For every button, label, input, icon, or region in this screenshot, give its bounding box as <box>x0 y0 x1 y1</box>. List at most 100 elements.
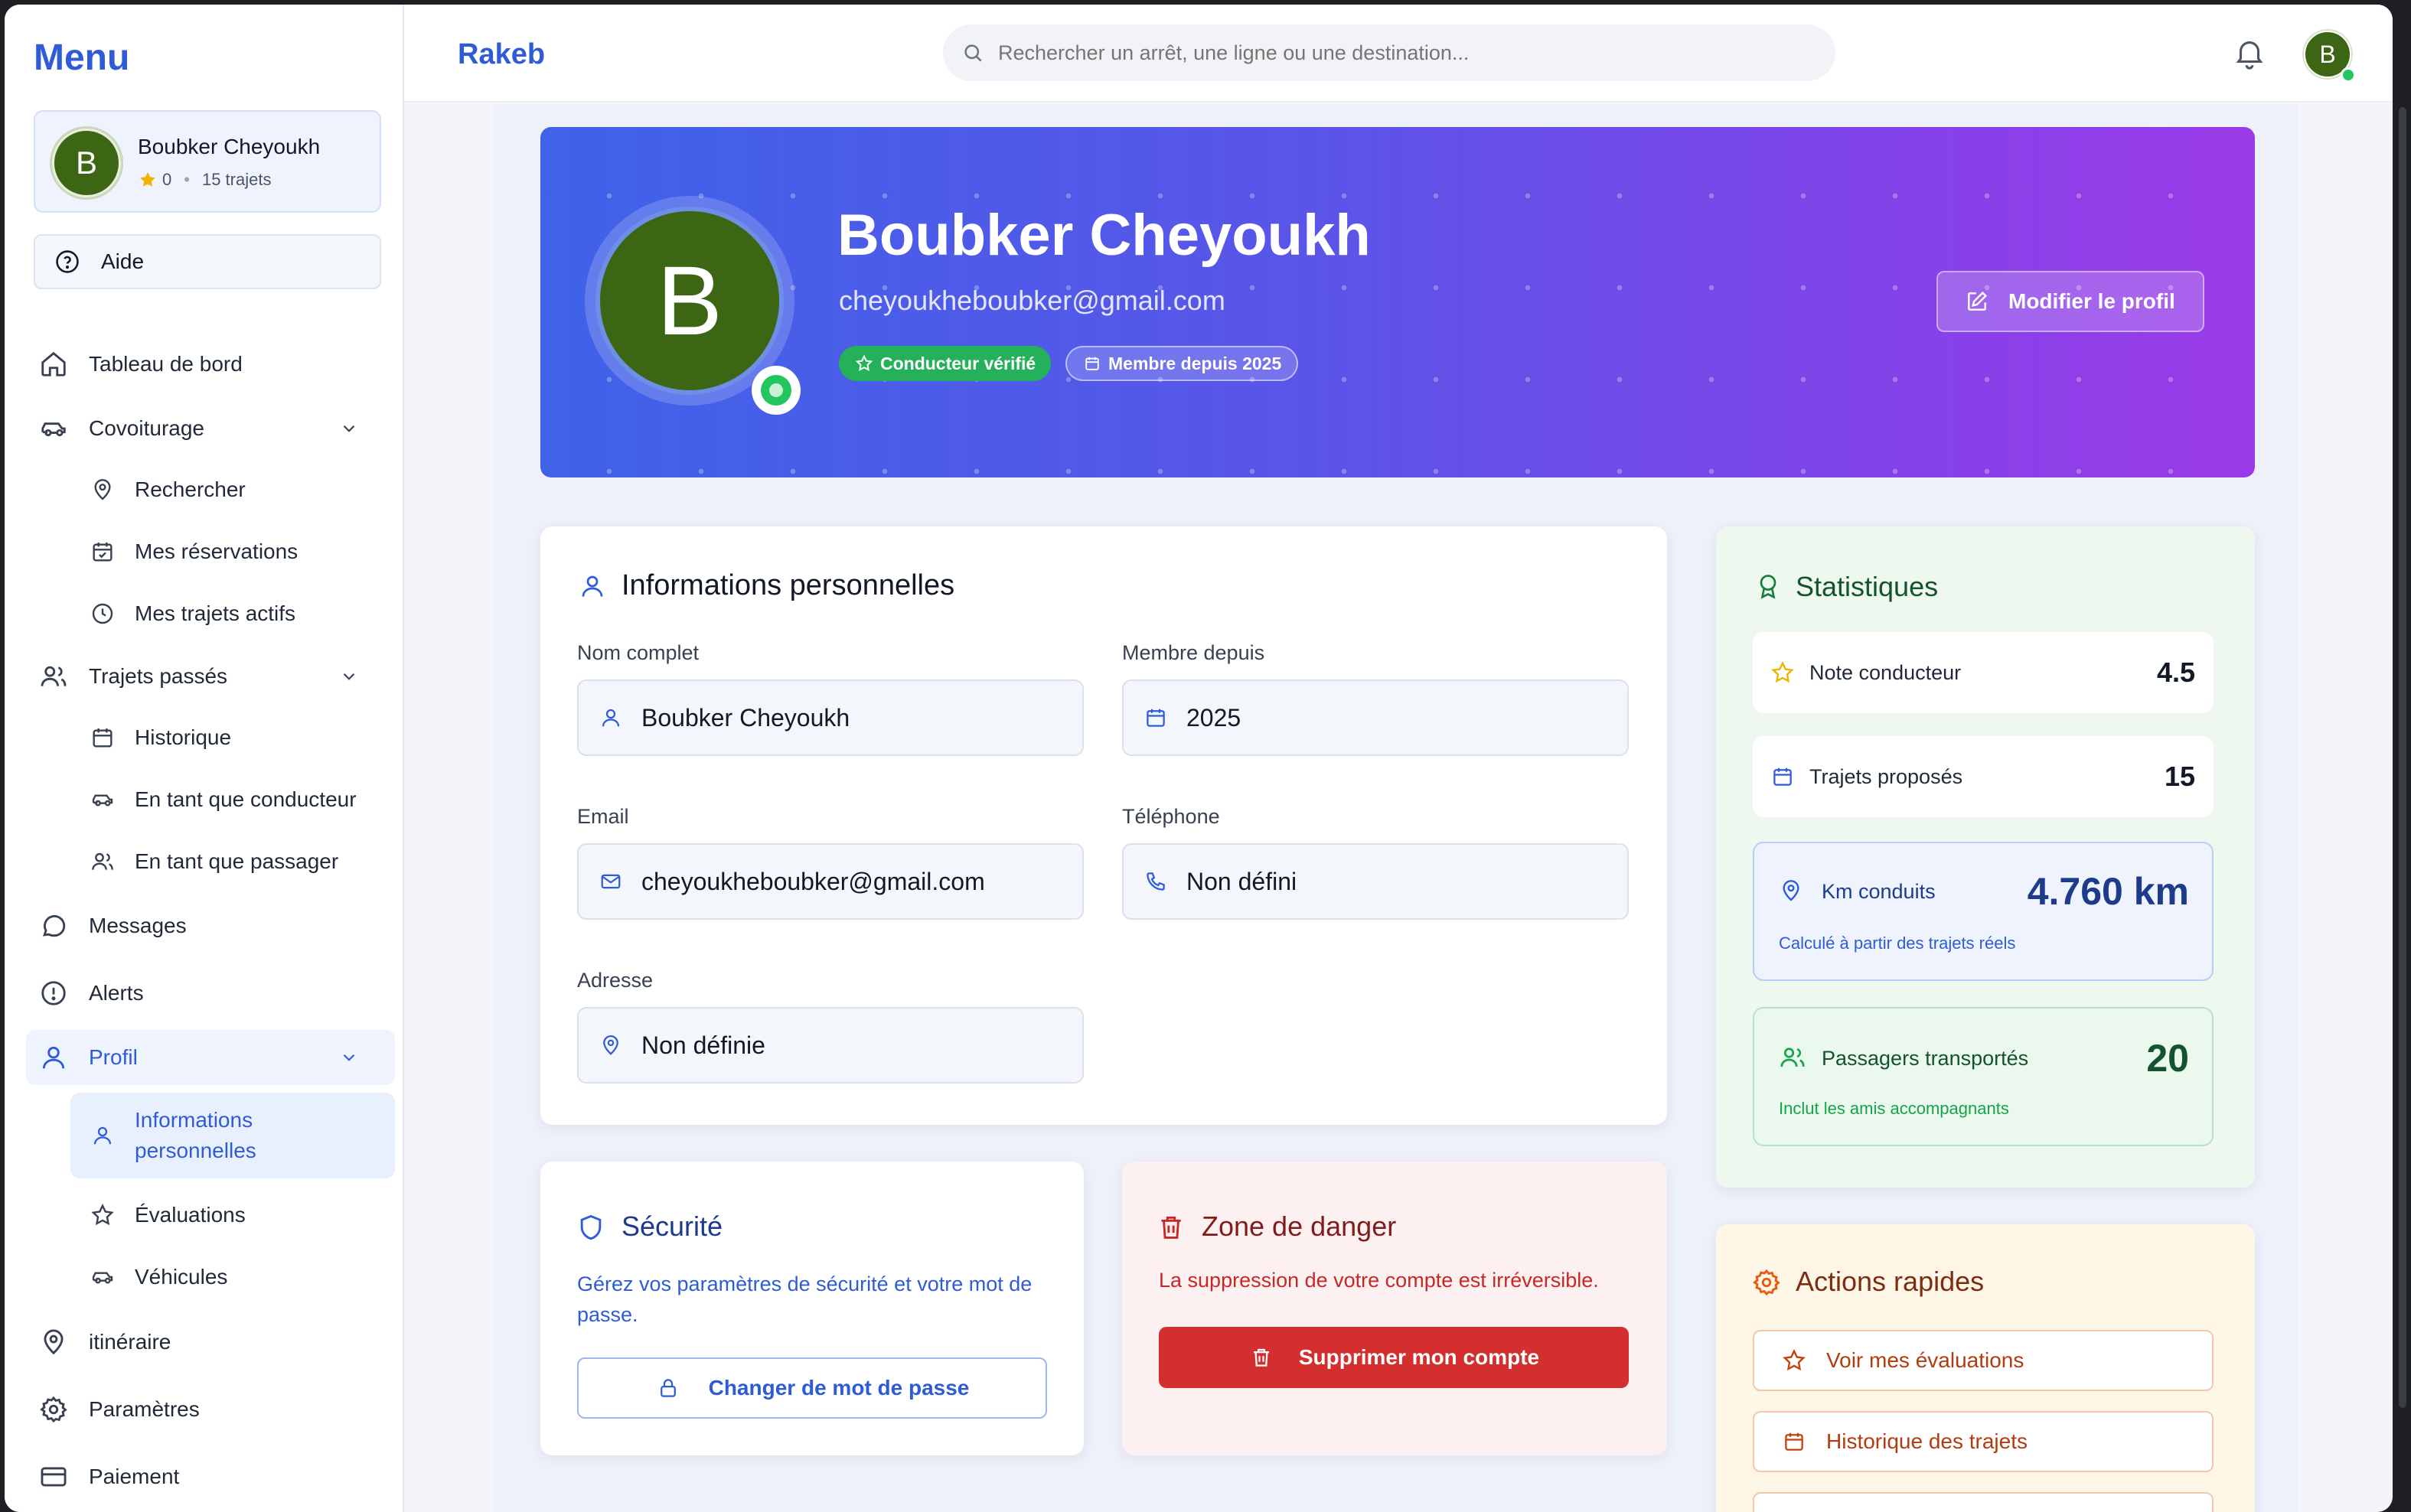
mail-icon <box>597 868 625 895</box>
nav-evaluations[interactable]: Évaluations <box>70 1188 395 1243</box>
email-label: Email <box>577 805 629 828</box>
award-icon <box>1753 571 1783 601</box>
nav-label: Alerts <box>89 981 144 1005</box>
quick-actions-card: Actions rapides Voir mes évaluations His… <box>1716 1224 2255 1512</box>
nav-mes-trajets-actifs[interactable]: Mes trajets actifs <box>70 586 395 641</box>
phone-field[interactable]: Non défini <box>1122 843 1629 920</box>
profile-hero: B Boubker Cheyoukh cheyoukheboubker@gmai… <box>540 127 2255 477</box>
trash-icon <box>1156 1212 1186 1243</box>
main-area: Rakeb B B Boubker Cheyoukh cheyoukheboub… <box>404 5 2393 1512</box>
sidebar-user-meta: 0 • 15 trajets <box>138 170 271 190</box>
nav-label: En tant que conducteur <box>135 787 357 811</box>
topbar: Rakeb B <box>404 5 2393 103</box>
change-password-button[interactable]: Changer de mot de passe <box>577 1357 1047 1419</box>
hero-email: cheyoukheboubker@gmail.com <box>839 285 1225 316</box>
email-field[interactable]: cheyoukheboubker@gmail.com <box>577 843 1084 920</box>
bell-icon[interactable] <box>2230 34 2269 72</box>
nav-label: Trajets passés <box>89 664 228 688</box>
nav-vehicules[interactable]: Véhicules <box>70 1250 395 1305</box>
nav-label: Paramètres <box>89 1397 200 1421</box>
address-field[interactable]: Non définie <box>577 1007 1084 1083</box>
nav-messages[interactable]: Messages <box>26 898 395 953</box>
nav-dashboard[interactable]: Tableau de bord <box>26 337 395 392</box>
user-icon <box>577 571 608 601</box>
nav-profil[interactable]: Profil <box>26 1030 395 1085</box>
verified-badge-label: Conducteur vérifié <box>880 353 1036 373</box>
edit-profile-label: Modifier le profil <box>2008 289 2175 313</box>
nav-historique[interactable]: Historique <box>70 710 395 765</box>
nav-trajets-passes[interactable]: Trajets passés <box>26 649 395 704</box>
quick-action-label: Voir mes évaluations <box>1826 1348 2024 1372</box>
edit-profile-button[interactable]: Modifier le profil <box>1936 271 2204 332</box>
full-name-label: Nom complet <box>577 641 700 664</box>
sidebar-user-card[interactable]: B Boubker Cheyoukh 0 • 15 trajets <box>34 110 381 213</box>
member-since-label: Membre depuis 2025 <box>1108 353 1282 373</box>
help-circle-icon <box>52 246 83 277</box>
danger-zone-card: Zone de danger La suppression de votre c… <box>1122 1162 1667 1455</box>
lock-icon <box>655 1375 681 1401</box>
alert-icon <box>35 975 72 1012</box>
car-icon <box>87 784 118 815</box>
stat-passengers-note: Inclut les amis accompagnants <box>1779 1099 2009 1118</box>
chevron-down-icon[interactable] <box>331 658 367 695</box>
nav-paiement[interactable]: Paiement <box>26 1449 395 1504</box>
star-icon <box>1780 1347 1808 1374</box>
nav-label: Rechercher <box>135 477 246 501</box>
app-window: Menu B Boubker Cheyoukh 0 • 15 trajets A… <box>5 5 2393 1512</box>
map-pin-icon <box>1777 877 1805 904</box>
search-bar[interactable] <box>943 24 1835 81</box>
quick-action-evaluations[interactable]: Voir mes évaluations <box>1753 1330 2214 1391</box>
nav-covoiturage[interactable]: Covoiturage <box>26 401 395 456</box>
credit-card-icon <box>35 1458 72 1495</box>
quick-action-history[interactable]: Historique des trajets <box>1753 1411 2214 1472</box>
quick-action-item[interactable] <box>1753 1492 2214 1512</box>
shield-icon <box>576 1212 606 1243</box>
chevron-down-icon[interactable] <box>331 1039 367 1076</box>
stat-trips-value: 15 <box>2164 761 2195 792</box>
phone-label: Téléphone <box>1122 805 1220 828</box>
car-icon <box>87 1262 118 1292</box>
map-pin-icon <box>35 1324 72 1360</box>
user-icon <box>87 1120 118 1151</box>
online-indicator <box>2341 67 2356 83</box>
help-button[interactable]: Aide <box>34 234 381 289</box>
full-name-field[interactable]: Boubker Cheyoukh <box>577 679 1084 756</box>
quick-action-label: Historique des trajets <box>1826 1429 2028 1453</box>
users-icon <box>87 846 118 877</box>
brand-logo[interactable]: Rakeb <box>458 38 545 71</box>
map-pin-icon <box>87 474 118 505</box>
delete-account-button[interactable]: Supprimer mon compte <box>1159 1327 1629 1388</box>
sidebar-user-trips: 15 trajets <box>201 170 272 189</box>
personal-info-title: Informations personnelles <box>622 569 955 601</box>
member-since-field[interactable]: 2025 <box>1122 679 1629 756</box>
nav-itineraire[interactable]: itinéraire <box>26 1315 395 1370</box>
change-password-label: Changer de mot de passe <box>708 1376 970 1400</box>
search-input[interactable] <box>998 41 1802 65</box>
delete-account-label: Supprimer mon compte <box>1298 1345 1540 1369</box>
users-icon <box>35 658 72 695</box>
nav-label: Mes trajets actifs <box>135 601 296 625</box>
calendar-icon <box>1082 354 1102 373</box>
nav-informations-personnelles[interactable]: Informations personnelles <box>70 1093 395 1178</box>
nav-label: itinéraire <box>89 1330 171 1354</box>
avatar: B <box>52 129 121 197</box>
user-icon <box>35 1039 72 1076</box>
nav-en-tant-que-passager[interactable]: En tant que passager <box>70 834 395 889</box>
message-icon <box>35 908 72 944</box>
nav-parametres[interactable]: Paramètres <box>26 1382 395 1437</box>
user-icon <box>597 704 625 732</box>
calendar-icon <box>87 722 118 753</box>
statistics-title: Statistiques <box>1796 571 1939 602</box>
window-scrollbar[interactable] <box>2399 107 2406 1408</box>
calendar-icon <box>1142 704 1170 732</box>
nav-rechercher[interactable]: Rechercher <box>70 462 395 517</box>
security-description: Gérez vos paramètres de sécurité et votr… <box>577 1272 1033 1326</box>
stat-passengers: Passagers transportés 20 Inclut les amis… <box>1753 1007 2214 1146</box>
nav-alerts[interactable]: Alerts <box>26 966 395 1021</box>
calendar-icon <box>1780 1428 1808 1455</box>
nav-mes-reservations[interactable]: Mes réservations <box>70 524 395 579</box>
member-since-badge: Membre depuis 2025 <box>1065 346 1299 381</box>
chevron-down-icon[interactable] <box>331 410 367 447</box>
quick-actions-title: Actions rapides <box>1796 1266 1985 1297</box>
nav-en-tant-que-conducteur[interactable]: En tant que conducteur <box>70 772 395 827</box>
